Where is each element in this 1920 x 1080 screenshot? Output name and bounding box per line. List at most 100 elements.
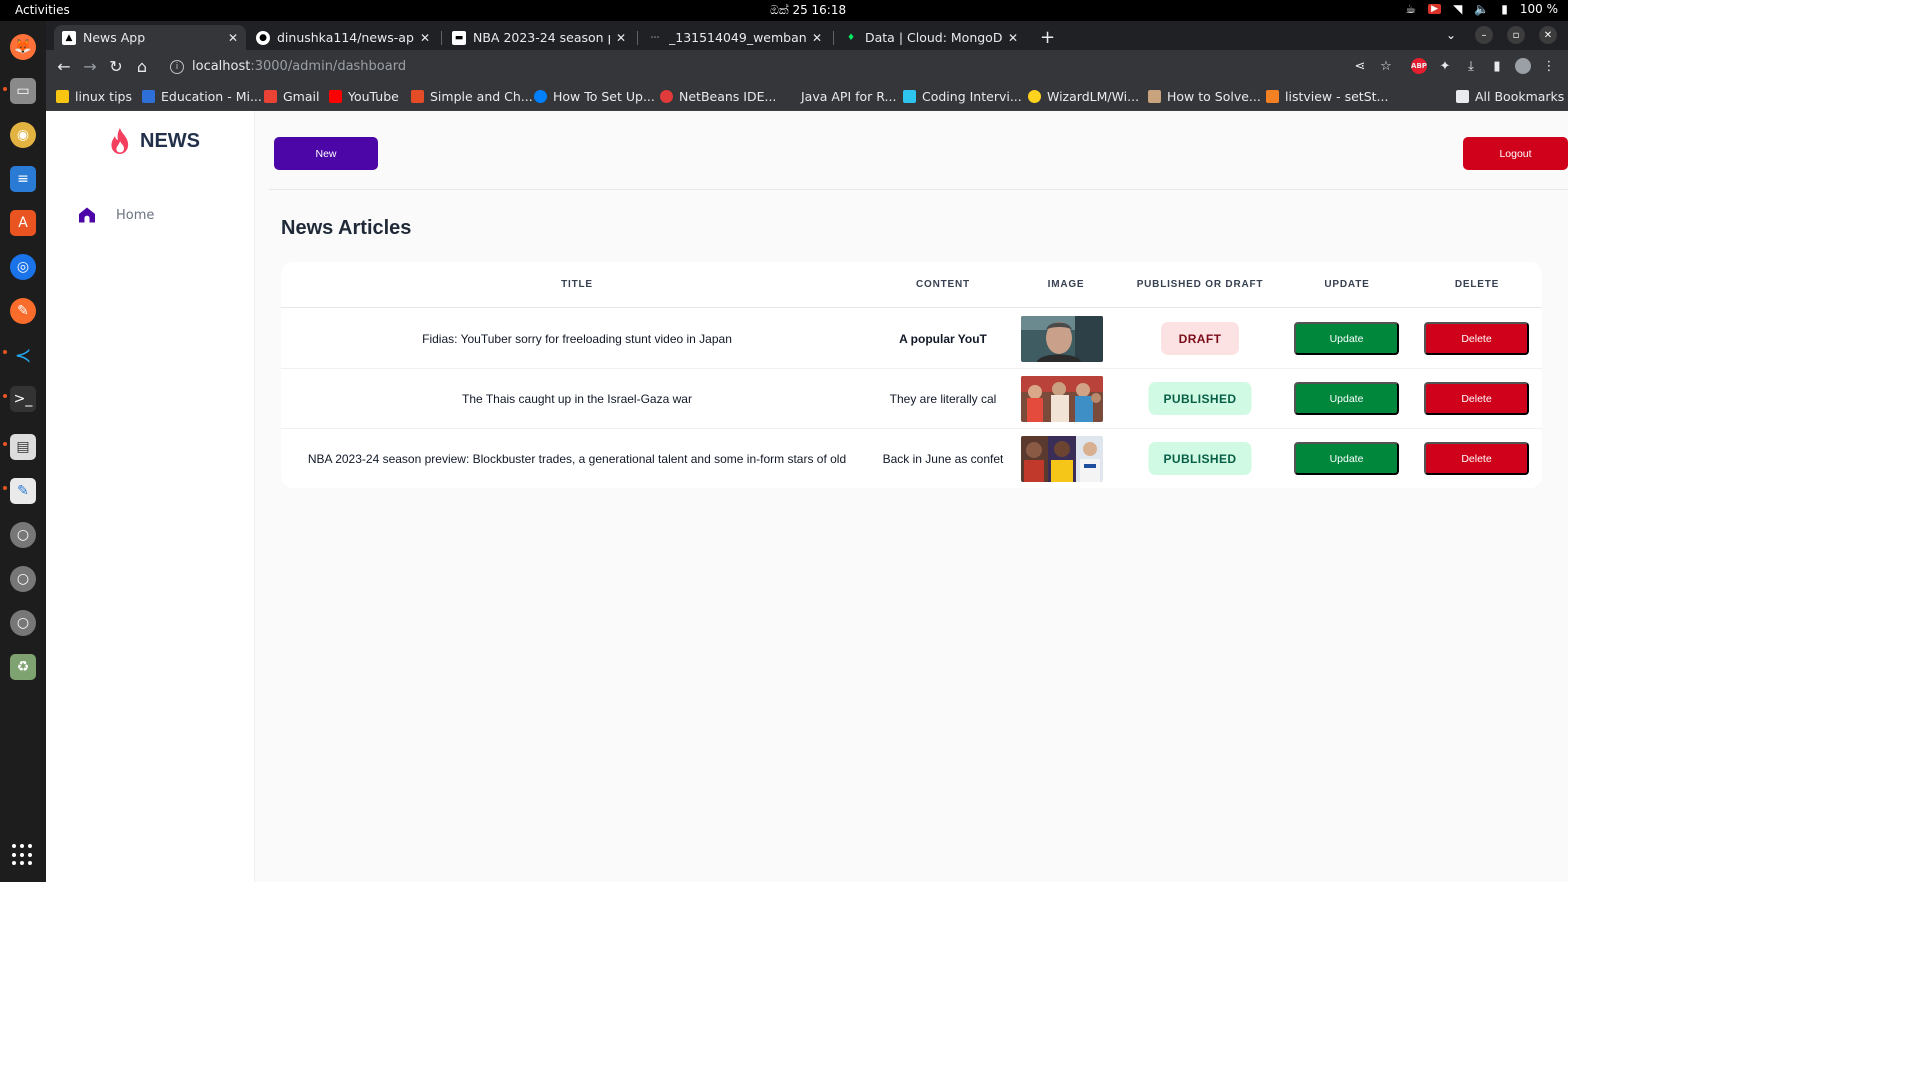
vscode-icon[interactable]: ≺ [10,342,36,368]
activities-button[interactable]: Activities [15,3,70,17]
address-bar[interactable]: i localhost:3000/admin/dashboard [158,53,1458,80]
close-window-icon[interactable]: ✕ [1539,26,1557,44]
close-icon[interactable]: ✕ [1008,31,1018,45]
system-clock[interactable]: ඔක් 25 16:18 [770,3,846,18]
disk-icon-1[interactable]: ○ [10,522,36,548]
logout-button[interactable]: Logout [1463,137,1568,170]
back-icon[interactable]: ← [54,56,74,76]
header-bar: New Logout [269,111,1568,190]
sidebar: NEWS Home [46,111,255,882]
tab-mongodb[interactable]: ♦ Data | Cloud: MongoDB C ✕ [836,25,1026,50]
system-top-bar: Activities ඔක් 25 16:18 ☕ ▶ ◥ 🔈 ▮ 100 % [0,0,1568,21]
delete-button[interactable]: Delete [1424,442,1529,475]
flame-icon [111,128,129,154]
bookmark-item[interactable]: listview - setSt... [1266,89,1388,104]
status-badge: DRAFT [1161,322,1239,355]
bookmark-item[interactable]: linux tips [56,89,132,104]
bookmark-item[interactable]: NetBeans IDE... [660,89,776,104]
system-tray[interactable]: ☕ ▶ ◥ 🔈 ▮ 100 % [1405,2,1558,16]
adblock-icon[interactable]: ABP [1411,58,1427,74]
close-icon[interactable]: ✕ [228,31,238,45]
bookmark-item[interactable]: WizardLM/Wi... [1028,89,1139,104]
disk-icon-3[interactable]: ○ [10,610,36,636]
menu-icon[interactable]: ⋮ [1541,58,1557,74]
rhythmbox-icon[interactable]: ◉ [10,122,36,148]
site-icon: ▬ [452,30,466,45]
tab-github[interactable]: ● dinushka114/news-app ✕ [248,25,438,50]
close-icon[interactable]: ✕ [420,31,430,45]
tab-nba[interactable]: ▬ NBA 2023-24 season prev ✕ [444,25,634,50]
download-icon[interactable]: ⤓ [1463,58,1479,74]
software-center-icon[interactable]: A [10,210,36,236]
side-panel-icon[interactable]: ▮ [1489,58,1505,74]
bookmark-item[interactable]: Coding Intervi... [903,89,1022,104]
trash-icon[interactable]: ♻ [10,654,36,680]
close-icon[interactable]: ✕ [812,31,822,45]
wifi-icon[interactable]: ◥ [1453,2,1462,16]
article-image [1021,376,1103,422]
new-tab-button[interactable]: + [1036,25,1060,50]
bookmark-star-icon[interactable]: ☆ [1378,58,1394,74]
update-button[interactable]: Update [1294,442,1399,475]
bookmark-item[interactable]: Education - Mi... [142,89,262,104]
all-bookmarks-folder[interactable]: All Bookmarks [1456,89,1564,104]
bookmark-item[interactable]: Java API for R... [782,89,896,104]
status-badge: PUBLISHED [1148,382,1252,415]
volume-icon[interactable]: 🔈 [1474,2,1489,16]
update-button[interactable]: Update [1294,382,1399,415]
column-header-update: UPDATE [1324,279,1370,290]
close-icon[interactable]: ✕ [616,31,626,45]
firefox-icon[interactable]: 🦊 [10,34,36,60]
delete-button[interactable]: Delete [1424,382,1529,415]
table-header: TITLE CONTENT IMAGE PUBLISHED OR DRAFT U… [281,262,1542,308]
column-header-content: CONTENT [916,279,970,290]
brand-logo[interactable]: NEWS [108,127,200,155]
home-button-icon[interactable]: ⌂ [132,56,152,76]
table-row: NBA 2023-24 season preview: Blockbuster … [281,429,1542,488]
caffeine-icon[interactable]: ☕ [1405,2,1416,16]
tab-news-app[interactable]: ▲ News App ✕ [54,25,246,50]
bookmark-item[interactable]: How To Set Up... [534,89,655,104]
article-title: NBA 2023-24 season preview: Blockbuster … [307,451,847,466]
update-button[interactable]: Update [1294,322,1399,355]
folder-icon [1456,90,1469,103]
bookmark-item[interactable]: YouTube [329,89,399,104]
battery-icon[interactable]: ▮ [1501,2,1508,16]
maximize-icon[interactable]: ▫ [1507,26,1525,44]
table-row: Fidias: YouTuber sorry for freeloading s… [281,309,1542,369]
disk-icon-2[interactable]: ○ [10,566,36,592]
minimize-icon[interactable]: – [1475,26,1493,44]
battery-percentage: 100 % [1519,2,1558,16]
site-info-icon[interactable]: i [170,59,184,74]
chrome-icon[interactable]: ◎ [10,254,36,280]
article-content: Back in June as confet [882,451,1004,466]
share-icon[interactable]: ⋖ [1352,58,1368,74]
extensions-icon[interactable]: ✦ [1437,58,1453,74]
sidebar-item-home[interactable]: Home [78,206,154,224]
files-icon[interactable]: ▭ [10,78,36,104]
new-article-button[interactable]: New [274,137,378,170]
show-applications-icon[interactable] [12,844,34,866]
column-header-status: PUBLISHED OR DRAFT [1136,279,1264,290]
tab-image[interactable]: ⋯ _131514049_wembanyam ✕ [640,25,830,50]
writer-icon[interactable]: ≡ [10,166,36,192]
forward-icon[interactable]: → [80,56,100,76]
delete-button[interactable]: Delete [1424,322,1529,355]
articles-table: TITLE CONTENT IMAGE PUBLISHED OR DRAFT U… [281,262,1542,488]
bookmark-item[interactable]: Gmail [264,89,319,104]
browser-toolbar: ← → ↻ ⌂ i localhost:3000/admin/dashboard… [46,50,1568,83]
news-app: NEWS Home New Logout News Articles TITLE… [46,111,1568,882]
bookmark-item[interactable]: Simple and Ch... [411,89,533,104]
screen-record-icon[interactable]: ▶ [1428,4,1442,14]
github-icon: ● [256,30,270,45]
reload-icon[interactable]: ↻ [106,56,126,76]
bookmark-item[interactable]: How to Solve... [1148,89,1261,104]
tab-search-icon[interactable]: ⌄ [1442,26,1460,44]
postman-icon[interactable]: ✎ [10,298,36,324]
table-row: The Thais caught up in the Israel-Gaza w… [281,369,1542,429]
document-viewer-icon[interactable]: ▤ [10,434,36,460]
profile-avatar[interactable] [1515,58,1531,74]
terminal-icon[interactable]: >_ [10,386,36,412]
text-editor-icon[interactable]: ✎ [10,478,36,504]
image-icon: ⋯ [650,32,660,43]
